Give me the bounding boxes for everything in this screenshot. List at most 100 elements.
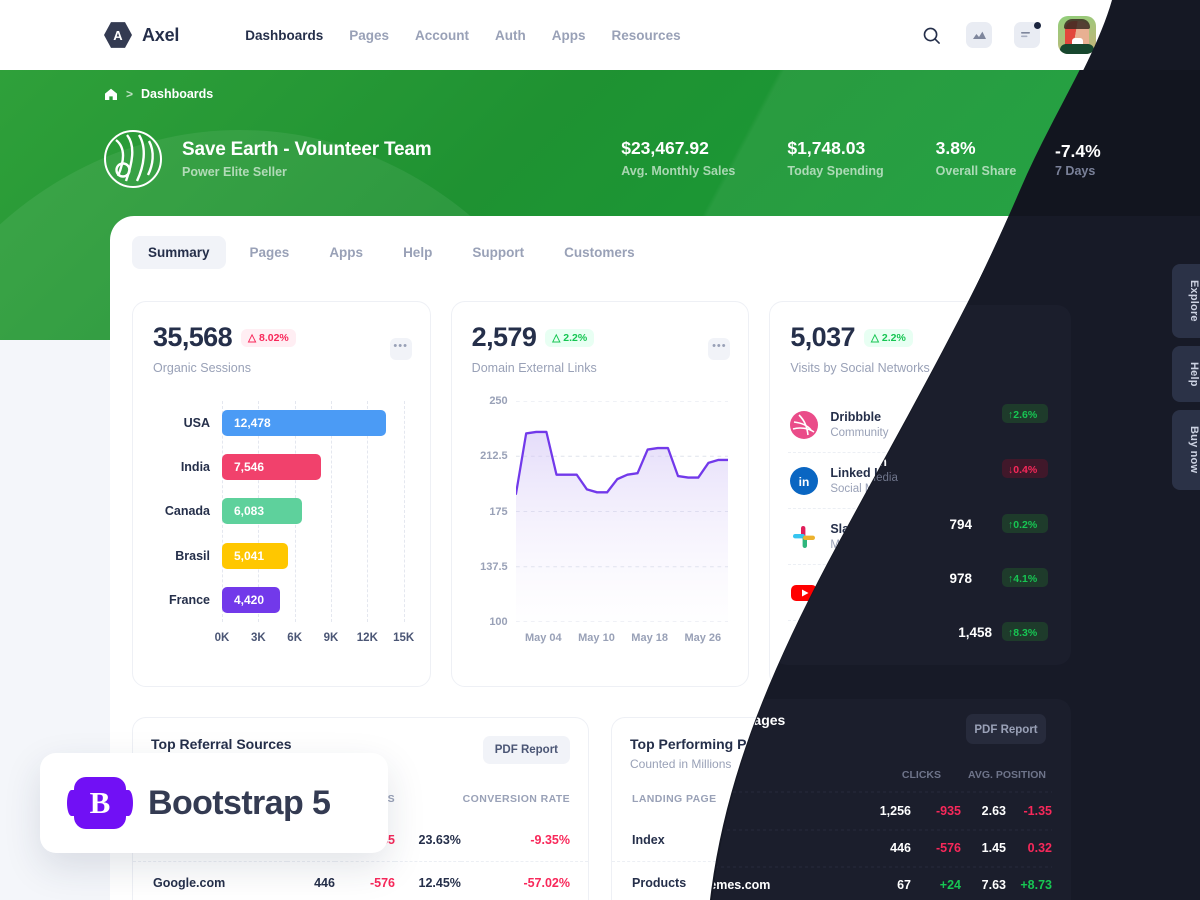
slack-icon [790,523,818,551]
tab-help[interactable]: Help [387,236,448,269]
social-network-row[interactable]: Dribbble Community 579 △ 2.6% [788,397,1049,452]
kpi-value: 2,579 [471,322,537,352]
area-x-tick: May 26 [684,632,722,644]
bar-category-label: Canada [164,504,210,519]
cell-sessions-delta: -576 [334,861,396,900]
organic-sessions-bar-chart: USA 12,478 India 7,546 Canada 6,083 Brasil 5,04… [149,401,414,656]
brand-name: Axel [142,24,180,45]
bar-chart-row: Canada 6,083 [149,498,404,525]
pdf-report-button[interactable]: PDF Report [961,736,1049,764]
tab-apps[interactable]: Apps [313,236,379,269]
social-network-row[interactable]: in Linked In Social Media 1,088 ▽ 0.4% [788,452,1050,508]
social-network-row[interactable]: Instagram Social Network 1,458 △ 8.3% [788,620,1050,676]
brand[interactable]: A Axel [104,21,179,49]
table-row[interactable]: Google.com 446 -576 12.45% -57.02% [133,861,588,900]
area-chart-svg [514,400,730,623]
card-menu-icon[interactable]: ••• [389,338,412,360]
nav-link-dashboards[interactable]: Dashboards [245,28,323,43]
bootstrap-badge[interactable]: B Bootstrap 5 [40,753,388,853]
hero-stat-value: 3.8% [935,138,976,158]
kpi-subtitle: Visits by Social Networks [790,361,930,375]
social-network-value: 794 [963,529,987,544]
nav-link-account[interactable]: Account [415,28,469,43]
rail-button-help[interactable]: Help [1172,345,1200,403]
bootstrap-badge-label: Bootstrap 5 [148,783,331,822]
area-y-tick: 100 [489,616,508,628]
tab-pages[interactable]: Pages [234,236,306,269]
activity-glyph [966,22,992,48]
home-icon[interactable] [104,88,118,101]
nav-link-auth[interactable]: Auth [495,28,526,43]
area-y-tick: 212.5 [480,450,508,463]
bar-chart-row: India 7,546 [149,454,404,481]
social-network-desc: Social Network [830,651,908,663]
card-header: 35,568 △ 8.02% Organic Sessions ••• [133,302,430,375]
youtube-icon [790,579,818,607]
bar-x-tick: 0K [214,632,230,644]
social-network-row[interactable]: Slack Messanger 794 △ 0.2% [788,508,1050,564]
instagram-icon [790,634,819,663]
search-icon[interactable] [914,18,948,52]
col-conversion-rate: CONVERSION RATE [462,793,570,805]
tab-summary[interactable]: Summary [132,236,226,269]
social-network-info: Instagram Social Network [830,634,952,663]
avatar-shirt [1060,44,1094,54]
bar-x-tick: 9K [323,632,339,644]
card-header: 5,037 △ 2.2% Visits by Social Networks •… [770,302,1067,375]
rail-button-buy-now[interactable]: Buy now [1172,410,1200,490]
cell-position-delta: 0.32 [964,861,1067,900]
social-network-desc: Video Channel [830,595,906,607]
notification-dot [1034,22,1041,29]
rail-button-explore[interactable]: Explore [1172,264,1200,338]
activity-icon[interactable] [962,18,996,52]
nav-link-pages[interactable]: Pages [349,28,389,43]
earth-globe-icon [104,130,162,188]
nav-link-resources[interactable]: Resources [612,28,681,43]
avatar[interactable] [1058,16,1096,54]
table-subtitle: Counted in Millions [630,757,732,771]
bar-x-tick: 12K [356,632,378,644]
breadcrumb-separator: > [126,87,134,101]
table-row[interactable]: Index 1,256 -935 2.63 -1.35 [612,819,1067,862]
social-network-name: Slack [830,522,864,536]
social-network-row[interactable]: YouTube Video Channel 978 △ 4.1% [788,564,1050,620]
breadcrumb-current[interactable]: Dashboards [141,87,213,101]
social-network-delta: △ 8.3% [998,639,1048,658]
pdf-report-button[interactable]: PDF Report [482,736,570,764]
social-network-name: Instagram [830,634,891,648]
area-chart-plot [514,400,730,623]
bar-chart-row: USA 12,478 [149,410,404,437]
bar-x-tick: 6K [287,632,303,644]
bar-chart-rows: USA 12,478 India 7,546 Canada 6,083 Brasil 5,04… [149,401,404,622]
dribbble-icon [790,410,819,439]
tab-customers[interactable]: Customers [548,236,651,269]
notifications-icon[interactable] [1010,18,1044,52]
card-header: 2,579 △ 2.2% Domain External Links ••• [452,302,749,375]
primary-nav: Dashboards Pages Account Auth Apps Resou… [245,28,680,43]
social-network-name: Linked In [830,466,886,480]
org-subtitle: Power Elite Seller [182,165,287,179]
area-x-tick: May 10 [578,632,615,644]
app-root: A Axel Dashboards Pages Account Auth App… [0,0,1200,900]
area-y-tick: 250 [489,395,508,407]
area-x-tick: May 04 [524,632,562,644]
table-header-row: LANDING PAGE CLICKS AVG. POSITION [612,787,1067,819]
tab-support[interactable]: Support [456,236,540,269]
external-links-area-chart: 100 137.5 175 212.5 250 May 04 May 10 May 18 Ma… [464,395,737,656]
right-rail: Explore Help Buy now [1172,264,1200,490]
card-social-visits: 5,037 △ 2.2% Visits by Social Networks •… [769,301,1069,687]
social-network-desc: Messanger [830,539,888,551]
hero-stat-label: Avg. Monthly Sales [621,164,736,178]
cell-clicks: 446 [826,861,871,900]
cell-page: Products [612,861,827,900]
bar-gridline [403,401,405,622]
kpi-line: 2,579 △ 2.2% [472,322,729,353]
social-network-delta: △ 4.1% [998,583,1048,602]
card-menu-icon[interactable]: ••• [708,338,731,360]
hero-stat-7days: -7.4% 7 Days [1068,138,1114,178]
card-menu-icon[interactable]: ••• [1027,338,1050,360]
hero-stats: $23,467.92 Avg. Monthly Sales $1,748.03 … [621,138,1114,178]
table-row[interactable]: Products 446 -576 1.45 0.32 [612,861,1067,900]
nav-link-apps[interactable]: Apps [552,28,586,43]
cell-rate: 23.63% [418,833,461,847]
